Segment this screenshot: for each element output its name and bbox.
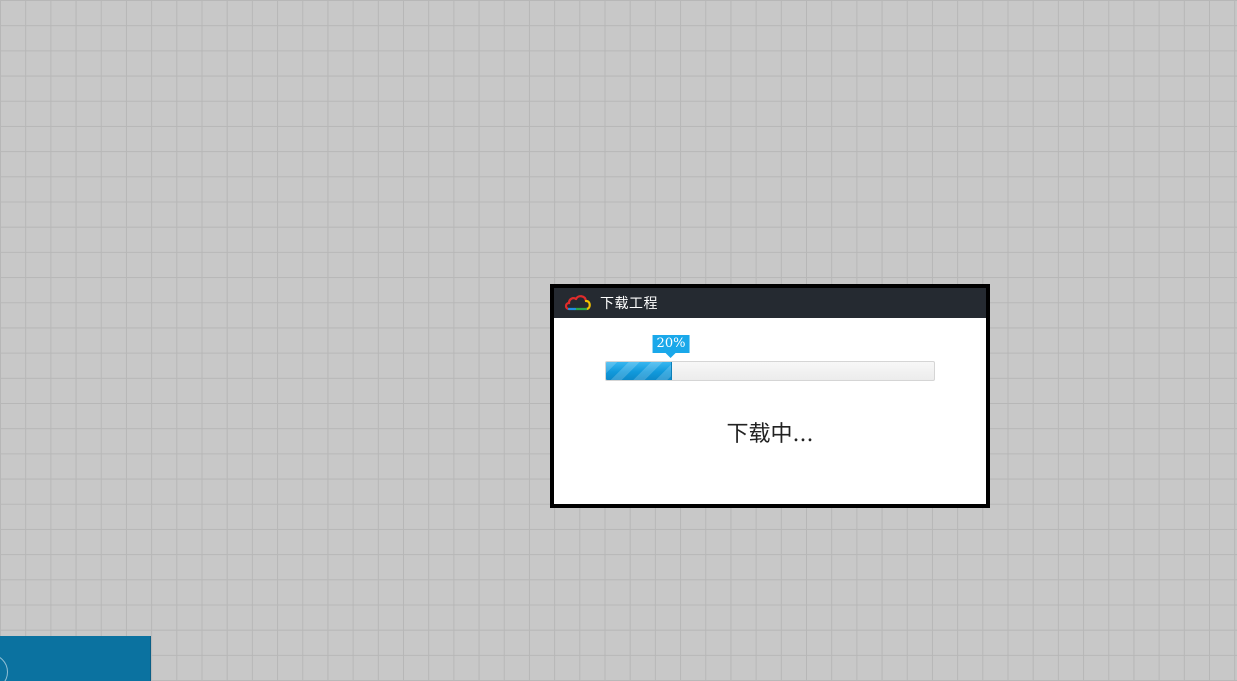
cloud-icon [564, 294, 592, 312]
progress-percent-tooltip: 20% [652, 335, 690, 358]
tooltip-arrow [666, 353, 676, 358]
background-corner-panel [0, 636, 151, 681]
progress-percent-label: 20% [656, 336, 686, 351]
progress-track [605, 361, 935, 381]
corner-circle-decoration [0, 654, 8, 681]
download-progress: 20% [605, 335, 935, 381]
dialog-title: 下载工程 [600, 296, 658, 312]
dialog-titlebar: 下载工程 [554, 288, 986, 318]
download-dialog: 下载工程 20% 下载中... [550, 284, 990, 508]
download-status-text: 下载中... [726, 422, 814, 447]
progress-fill [606, 362, 672, 380]
